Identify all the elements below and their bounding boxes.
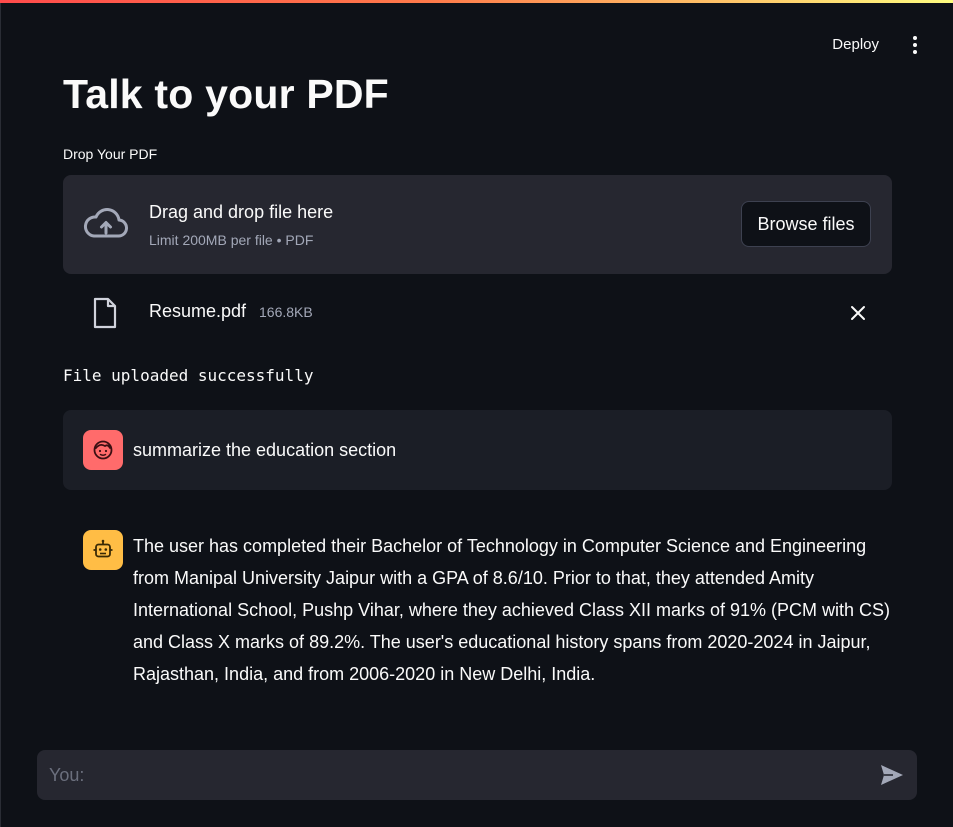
header-actions: Deploy bbox=[828, 34, 923, 55]
chat-input[interactable] bbox=[37, 750, 857, 800]
deploy-button[interactable]: Deploy bbox=[828, 34, 883, 55]
dropzone-text: Drag and drop file here Limit 200MB per … bbox=[149, 201, 333, 249]
assistant-avatar bbox=[83, 530, 123, 570]
file-name: Resume.pdf bbox=[149, 301, 247, 321]
kebab-dot bbox=[913, 49, 917, 54]
dropzone-title: Drag and drop file here bbox=[149, 202, 334, 222]
page-title: Talk to your PDF bbox=[63, 71, 389, 117]
top-decoration-bar bbox=[0, 0, 953, 3]
uploaded-file-row: Resume.pdf 166.8KB bbox=[63, 293, 892, 333]
chat-message-assistant: The user has completed their Bachelor of… bbox=[63, 515, 892, 705]
chat-message-user: summarize the education section bbox=[63, 410, 892, 490]
sidebar-edge bbox=[0, 3, 1, 827]
cloud-upload-icon bbox=[84, 208, 128, 238]
file-size: 166.8KB bbox=[259, 304, 313, 320]
send-icon[interactable] bbox=[879, 763, 905, 787]
assistant-message-text: The user has completed their Bachelor of… bbox=[133, 536, 891, 684]
kebab-dot bbox=[913, 42, 917, 47]
user-message-text: summarize the education section bbox=[133, 440, 397, 460]
file-dropzone[interactable]: Drag and drop file here Limit 200MB per … bbox=[63, 175, 892, 274]
user-avatar bbox=[83, 430, 123, 470]
close-icon[interactable] bbox=[850, 305, 866, 321]
dropzone-subtitle: Limit 200MB per file • PDF bbox=[149, 232, 314, 248]
chat-input-container bbox=[37, 750, 917, 800]
uploader-label: Drop Your PDF bbox=[63, 146, 158, 162]
robot-icon bbox=[93, 539, 113, 558]
kebab-dot bbox=[913, 35, 917, 40]
user-face-icon bbox=[93, 440, 113, 460]
file-icon bbox=[93, 297, 117, 329]
kebab-menu-icon[interactable] bbox=[907, 35, 923, 54]
app-root: Deploy Talk to your PDF Drop Your PDF Dr… bbox=[0, 0, 953, 827]
browse-files-button[interactable]: Browse files bbox=[741, 201, 871, 247]
upload-status-text: File uploaded successfully bbox=[63, 366, 314, 385]
